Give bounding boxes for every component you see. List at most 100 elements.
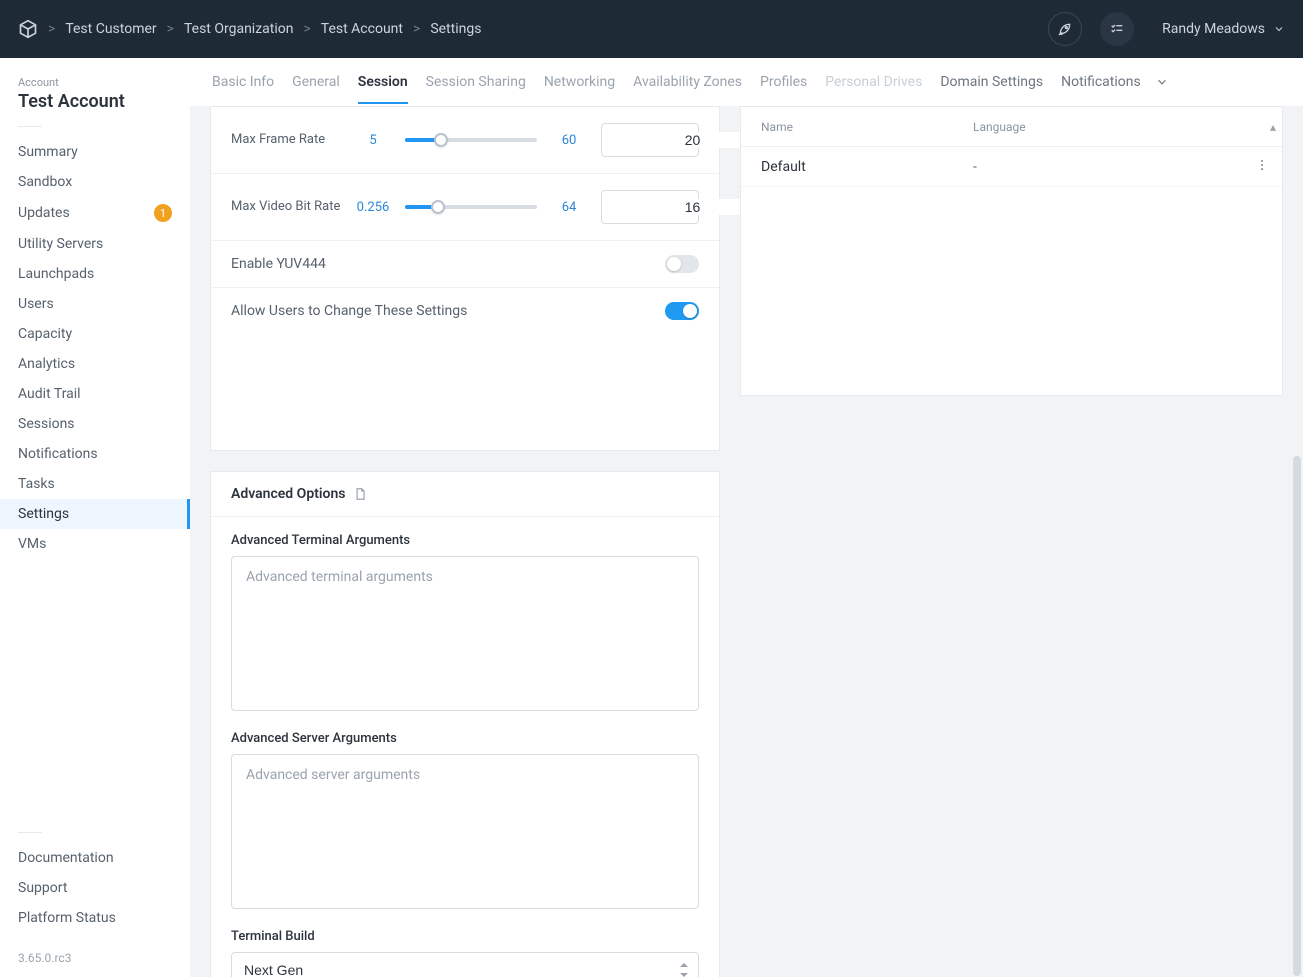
column-name: Name — [741, 120, 961, 134]
divider — [18, 832, 42, 833]
sidebar-item-label: Capacity — [18, 326, 72, 342]
sidebar-link-support[interactable]: Support — [0, 873, 190, 903]
table-row[interactable]: Default - — [741, 147, 1282, 187]
range-min: 0.256 — [355, 200, 391, 215]
row-menu-button[interactable] — [1242, 158, 1282, 176]
divider — [18, 126, 42, 127]
sidebar-item-users[interactable]: Users — [0, 289, 190, 319]
breadcrumb-sep: > — [167, 21, 174, 37]
allow-change-toggle[interactable] — [665, 302, 699, 320]
sidebar-item-capacity[interactable]: Capacity — [0, 319, 190, 349]
tabs-overflow-icon[interactable] — [1155, 75, 1169, 89]
setting-label: Max Frame Rate — [231, 132, 341, 149]
sidebar-item-updates[interactable]: Updates 1 — [0, 197, 190, 229]
sidebar-item-label: Audit Trail — [18, 386, 81, 402]
range-min: 5 — [355, 133, 391, 148]
account-section-label: Account — [0, 76, 190, 89]
sidebar-item-label: Notifications — [18, 446, 98, 462]
cell-name: Default — [741, 159, 961, 175]
breadcrumb-customer[interactable]: Test Customer — [65, 21, 156, 37]
session-quality-card: Max Frame Rate 5 60 fps — [210, 106, 720, 451]
field-label: Terminal Build — [231, 929, 699, 944]
document-icon — [353, 487, 367, 501]
scrollbar[interactable] — [1293, 456, 1301, 976]
sidebar-item-settings[interactable]: Settings — [0, 499, 190, 529]
account-title: Test Account — [0, 89, 190, 112]
updates-badge: 1 — [154, 204, 172, 222]
sidebar-item-label: Analytics — [18, 356, 75, 372]
tab-personal-drives: Personal Drives — [825, 60, 922, 104]
tasks-icon[interactable] — [1100, 12, 1134, 46]
breadcrumb-sep: > — [413, 21, 420, 37]
terminal-build-select[interactable]: Next Gen — [231, 952, 699, 977]
terminal-args-input[interactable] — [231, 556, 699, 711]
breadcrumb-settings[interactable]: Settings — [430, 21, 481, 37]
breadcrumb-account[interactable]: Test Account — [321, 21, 403, 37]
tab-session[interactable]: Session — [358, 60, 408, 104]
sidebar-item-analytics[interactable]: Analytics — [0, 349, 190, 379]
enable-yuv444-toggle[interactable] — [665, 255, 699, 273]
breadcrumb-sep: > — [303, 21, 310, 37]
max-video-bit-rate-value[interactable]: Mbps — [601, 190, 699, 224]
version-label: 3.65.0.rc3 — [0, 933, 190, 965]
app-logo-icon[interactable] — [18, 19, 38, 39]
rocket-icon[interactable] — [1048, 12, 1082, 46]
sidebar-item-utility-servers[interactable]: Utility Servers — [0, 229, 190, 259]
max-frame-rate-slider[interactable] — [405, 138, 537, 142]
sidebar-link-documentation[interactable]: Documentation — [0, 843, 190, 873]
chevron-down-icon — [1273, 23, 1285, 35]
table-header: Name Language ▴ — [741, 107, 1282, 147]
enable-yuv444-row: Enable YUV444 — [211, 241, 719, 288]
tab-profiles[interactable]: Profiles — [760, 60, 807, 104]
sidebar-item-label: Updates — [18, 205, 70, 221]
server-args-input[interactable] — [231, 754, 699, 909]
content-scroll[interactable]: Max Frame Rate 5 60 fps — [190, 106, 1303, 977]
tab-networking[interactable]: Networking — [544, 60, 615, 104]
tab-general[interactable]: General — [292, 60, 340, 104]
sidebar-item-audit-trail[interactable]: Audit Trail — [0, 379, 190, 409]
server-args-block: Advanced Server Arguments — [211, 715, 719, 913]
sidebar-item-vms[interactable]: VMs — [0, 529, 190, 559]
sidebar-nav: Summary Sandbox Updates 1 Utility Servers… — [0, 137, 190, 559]
user-menu[interactable]: Randy Meadows — [1162, 21, 1285, 37]
user-name: Randy Meadows — [1162, 21, 1265, 37]
card-heading: Advanced Options — [211, 472, 719, 517]
breadcrumb-sep: > — [48, 21, 55, 37]
max-video-bit-rate-slider[interactable] — [405, 205, 537, 209]
scroll-up-icon: ▴ — [1270, 120, 1282, 134]
max-frame-rate-value[interactable]: fps — [601, 123, 699, 157]
languages-card: Name Language ▴ Default - — [740, 106, 1283, 396]
sidebar-item-tasks[interactable]: Tasks — [0, 469, 190, 499]
sidebar-item-sessions[interactable]: Sessions — [0, 409, 190, 439]
allow-change-row: Allow Users to Change These Settings — [211, 288, 719, 450]
sidebar-item-launchpads[interactable]: Launchpads — [0, 259, 190, 289]
toggle-label: Enable YUV444 — [231, 256, 326, 272]
max-frame-rate-row: Max Frame Rate 5 60 fps — [211, 107, 719, 174]
tab-availability-zones[interactable]: Availability Zones — [633, 60, 742, 104]
main: Basic Info General Session Session Shari… — [190, 58, 1303, 977]
terminal-build-block: Terminal Build Next Gen — [211, 913, 719, 977]
kebab-icon — [1255, 158, 1269, 172]
toggle-label: Allow Users to Change These Settings — [231, 303, 467, 319]
tab-domain-settings[interactable]: Domain Settings — [940, 60, 1043, 104]
sidebar-item-label: Launchpads — [18, 266, 94, 282]
sidebar-item-label: Tasks — [18, 476, 55, 492]
sidebar-item-summary[interactable]: Summary — [0, 137, 190, 167]
tab-session-sharing[interactable]: Session Sharing — [426, 60, 526, 104]
sidebar-item-label: Sessions — [18, 416, 75, 432]
settings-tabs: Basic Info General Session Session Shari… — [190, 58, 1303, 106]
field-label: Advanced Terminal Arguments — [231, 533, 699, 548]
field-label: Advanced Server Arguments — [231, 731, 699, 746]
tab-notifications[interactable]: Notifications — [1061, 60, 1141, 104]
sidebar-item-label: Summary — [18, 144, 78, 160]
sidebar-item-label: VMs — [18, 536, 46, 552]
breadcrumb-organization[interactable]: Test Organization — [184, 21, 294, 37]
sidebar-item-notifications[interactable]: Notifications — [0, 439, 190, 469]
sidebar-item-label: Settings — [18, 506, 69, 522]
terminal-args-block: Advanced Terminal Arguments — [211, 517, 719, 715]
topbar: > Test Customer > Test Organization > Te… — [0, 0, 1303, 58]
sidebar-item-sandbox[interactable]: Sandbox — [0, 167, 190, 197]
card-title: Advanced Options — [231, 486, 345, 502]
sidebar-link-platform-status[interactable]: Platform Status — [0, 903, 190, 933]
tab-basic-info[interactable]: Basic Info — [212, 60, 274, 104]
